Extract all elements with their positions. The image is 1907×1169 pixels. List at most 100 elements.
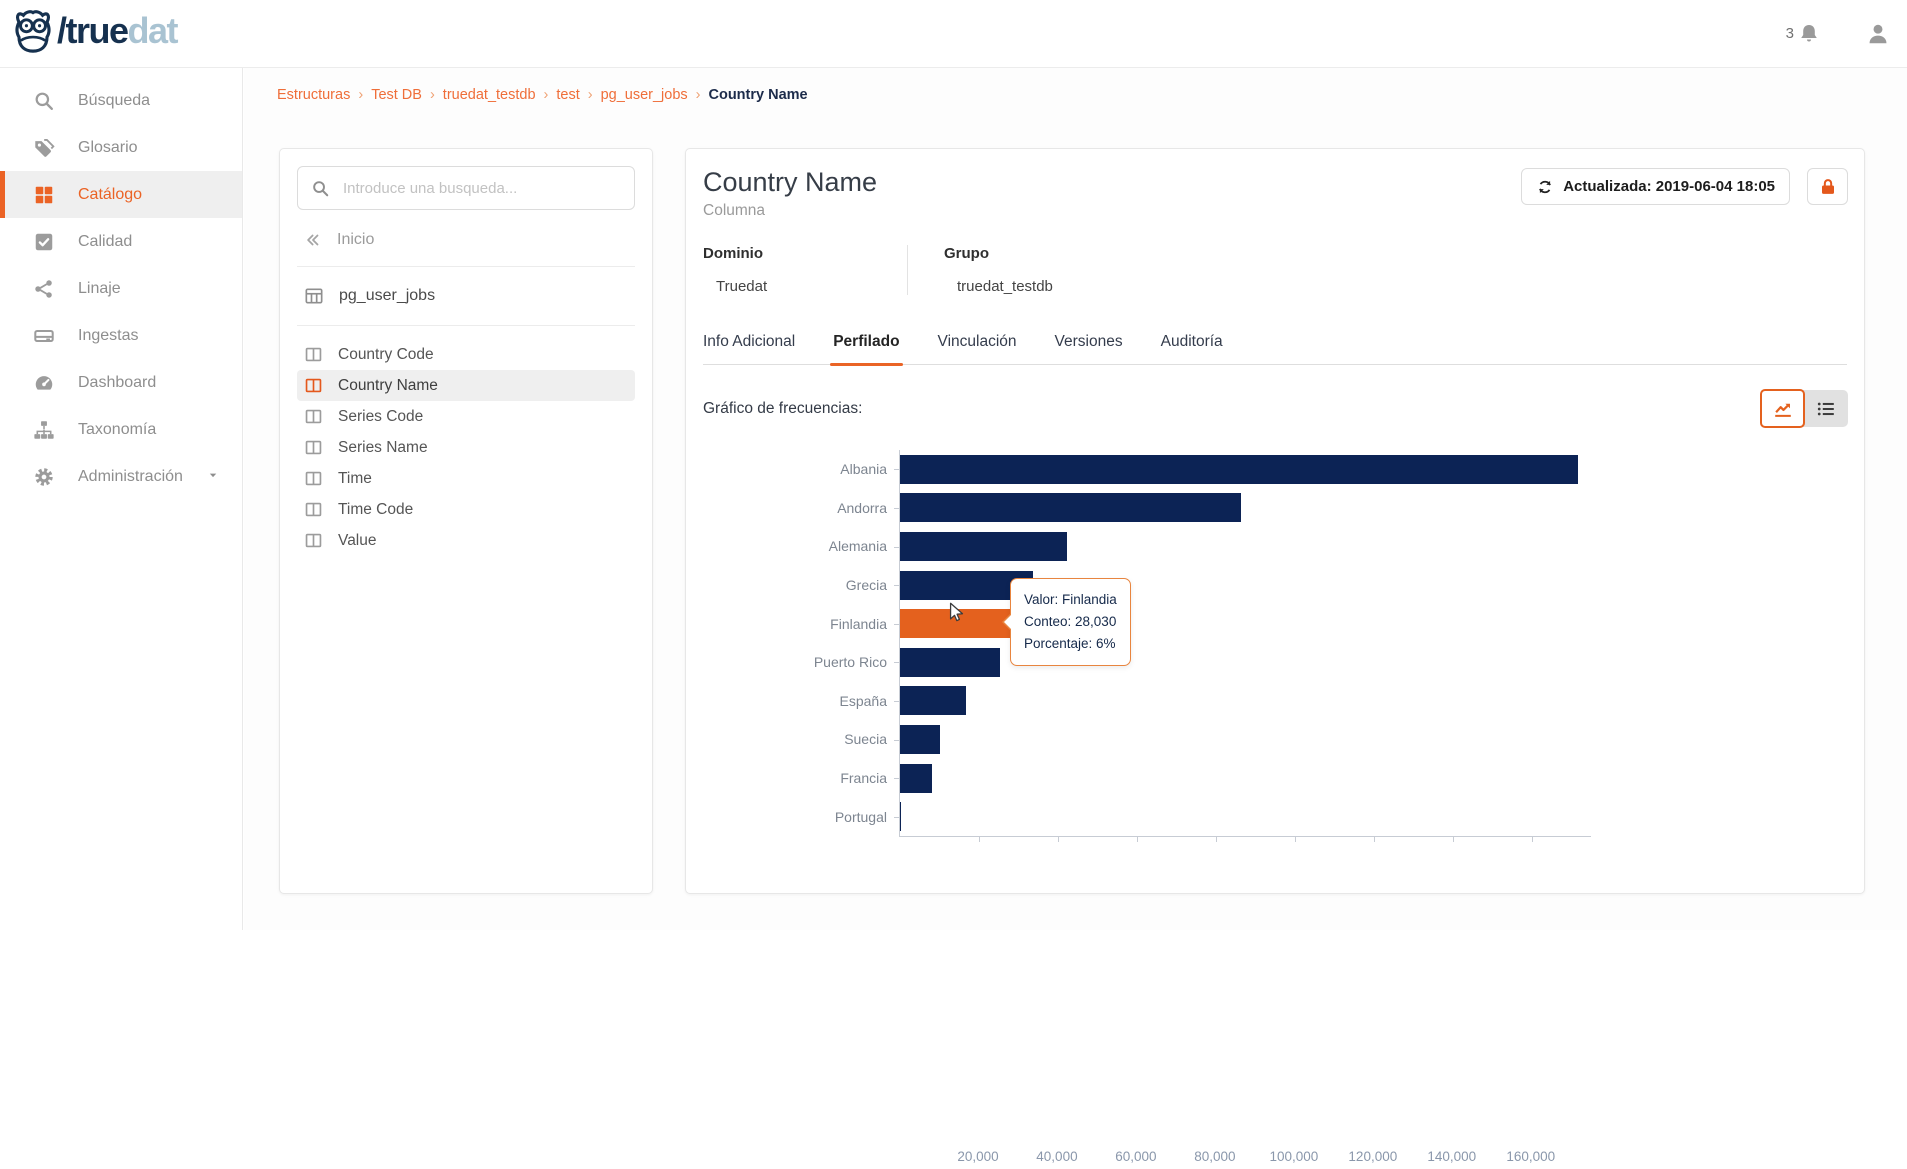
column-item-label: Series Name (338, 438, 428, 456)
tooltip-porcentaje: Porcentaje: 6% (1024, 636, 1116, 651)
bar-espana[interactable] (899, 686, 966, 716)
chart-row-andorra: Andorra (686, 489, 1590, 528)
notification-count-badge: 3 (1785, 25, 1794, 42)
breadcrumb-link-truedat-testdb[interactable]: truedat_testdb (443, 87, 536, 103)
sidebar-item-administracion[interactable]: Administración (0, 453, 242, 500)
column-item-time-code[interactable]: Time Code (297, 494, 635, 525)
truedat-logo[interactable]: /truedat (12, 8, 179, 54)
bar-andorra[interactable] (899, 493, 1241, 523)
bar-portugal[interactable] (899, 802, 901, 832)
sidebar-item-busqueda[interactable]: Búsqueda (0, 77, 242, 124)
top-header: /truedat 3 (0, 0, 1907, 68)
frequency-chart-label: Gráfico de frecuencias: (703, 400, 863, 417)
refresh-updated-button[interactable]: Actualizada: 2019-06-04 18:05 (1521, 168, 1790, 205)
list-icon (1815, 398, 1837, 420)
sidebar-item-linaje[interactable]: Linaje (0, 265, 242, 312)
search-input[interactable] (341, 178, 621, 198)
category-label: Alemania (828, 538, 887, 555)
columns-icon (304, 531, 323, 550)
chart-row-suecia: Suecia (686, 720, 1590, 759)
column-item-series-code[interactable]: Series Code (297, 401, 635, 432)
bar-alemania[interactable] (899, 531, 1068, 561)
breadcrumb-link-test-db[interactable]: Test DB (371, 87, 422, 103)
bar-albania[interactable] (899, 454, 1579, 484)
field-value: truedat_testdb (957, 278, 1053, 295)
frequency-bar-chart: Albania Andorra Alemania Grecia Finlandia Pue… (686, 450, 1591, 1164)
bar-track (899, 643, 1590, 682)
column-item-label: Series Code (338, 407, 424, 425)
chart-view-button[interactable] (1760, 389, 1805, 428)
sitemap-icon (33, 419, 55, 441)
columns-icon (304, 376, 323, 395)
sidebar-item-taxonomia[interactable]: Taxonomía (0, 406, 242, 453)
x-tick-label: 120,000 (1348, 1149, 1398, 1164)
breadcrumb-separator: › (358, 87, 364, 103)
bar-francia[interactable] (899, 763, 932, 793)
field-label: Grupo (944, 245, 989, 262)
sidebar-item-label: Taxonomía (78, 420, 157, 438)
tags-icon (33, 137, 55, 159)
sidebar-item-glosario[interactable]: Glosario (0, 124, 242, 171)
explorer-search-box[interactable] (297, 166, 635, 210)
tab-vinculacion[interactable]: Vinculación (938, 321, 1017, 364)
column-item-country-code[interactable]: Country Code (297, 339, 635, 370)
column-item-label: Value (338, 531, 377, 549)
chart-tooltip: Valor: Finlandia Conteo: 28,030 Porcenta… (1002, 578, 1131, 666)
check-square-icon (33, 231, 55, 253)
tab-versiones[interactable]: Versiones (1055, 321, 1123, 364)
server-icon (33, 325, 55, 347)
bar-suecia[interactable] (899, 724, 941, 754)
columns-icon (304, 345, 323, 364)
chart-view-toggle (1760, 389, 1848, 428)
x-tick-label: 60,000 (1115, 1149, 1157, 1164)
bar-track (899, 797, 1590, 836)
sidebar-item-catalogo[interactable]: Catálogo (0, 171, 242, 218)
tab-auditoria[interactable]: Auditoría (1161, 321, 1223, 364)
column-item-country-name[interactable]: Country Name (297, 370, 635, 401)
tab-info-adicional[interactable]: Info Adicional (703, 321, 795, 364)
table-item-pg-user-jobs[interactable]: pg_user_jobs (297, 280, 635, 312)
x-tick-label: 140,000 (1427, 1149, 1477, 1164)
structure-type-label: Columna (703, 202, 766, 219)
field-value: Truedat (716, 278, 768, 295)
x-tick-label: 160,000 (1506, 1149, 1556, 1164)
breadcrumb-link-estructuras[interactable]: Estructuras (277, 87, 350, 103)
bar-puerto-rico[interactable] (899, 647, 1000, 677)
column-item-series-name[interactable]: Series Name (297, 432, 635, 463)
bar-track (899, 566, 1590, 605)
gear-icon (33, 466, 55, 488)
refresh-icon (1536, 178, 1554, 196)
breadcrumb-link-pg-user-jobs[interactable]: pg_user_jobs (601, 87, 688, 103)
sidebar-item-ingestas[interactable]: Ingestas (0, 312, 242, 359)
gauge-icon (33, 372, 55, 394)
lock-icon (1818, 177, 1838, 197)
structure-explorer-panel: Inicio pg_user_jobs Country CodeCountry … (279, 148, 653, 894)
sidebar-item-calidad[interactable]: Calidad (0, 218, 242, 265)
x-tick-label: 80,000 (1194, 1149, 1236, 1164)
x-axis-tick-labels: 20,000 40,000 60,000 80,000 100,000 120,000 14… (899, 1149, 1590, 1169)
chevrons-left-icon (304, 231, 322, 249)
tooltip-conteo: Conteo: 28,030 (1024, 614, 1117, 629)
chart-row-alemania: Alemania (686, 527, 1590, 566)
chart-line-icon (1772, 398, 1794, 420)
user-avatar-icon[interactable] (1865, 21, 1891, 47)
list-view-button[interactable] (1803, 390, 1848, 427)
table-icon (304, 286, 324, 306)
lock-button[interactable] (1807, 168, 1848, 205)
breadcrumb-link-test[interactable]: test (556, 87, 579, 103)
notifications-button[interactable]: 3 (1786, 22, 1821, 46)
breadcrumb-current: Country Name (708, 87, 808, 103)
bell-icon (1797, 22, 1821, 46)
category-label: Suecia (844, 731, 887, 748)
breadcrumb: Estructuras › Test DB › truedat_testdb › test ›… (277, 87, 808, 103)
column-item-time[interactable]: Time (297, 463, 635, 494)
column-item-value[interactable]: Value (297, 525, 635, 556)
search-icon (311, 179, 330, 198)
structure-detail-panel: Country Name Columna Actualizada: 2019-0… (685, 148, 1865, 1164)
sidebar-item-dashboard[interactable]: Dashboard (0, 359, 242, 406)
bar-finlandia[interactable] (899, 609, 1010, 639)
tab-perfilado[interactable]: Perfilado (830, 321, 903, 366)
explorer-back-home[interactable]: Inicio (297, 227, 635, 253)
columns-icon (304, 500, 323, 519)
grid-icon (33, 184, 55, 206)
